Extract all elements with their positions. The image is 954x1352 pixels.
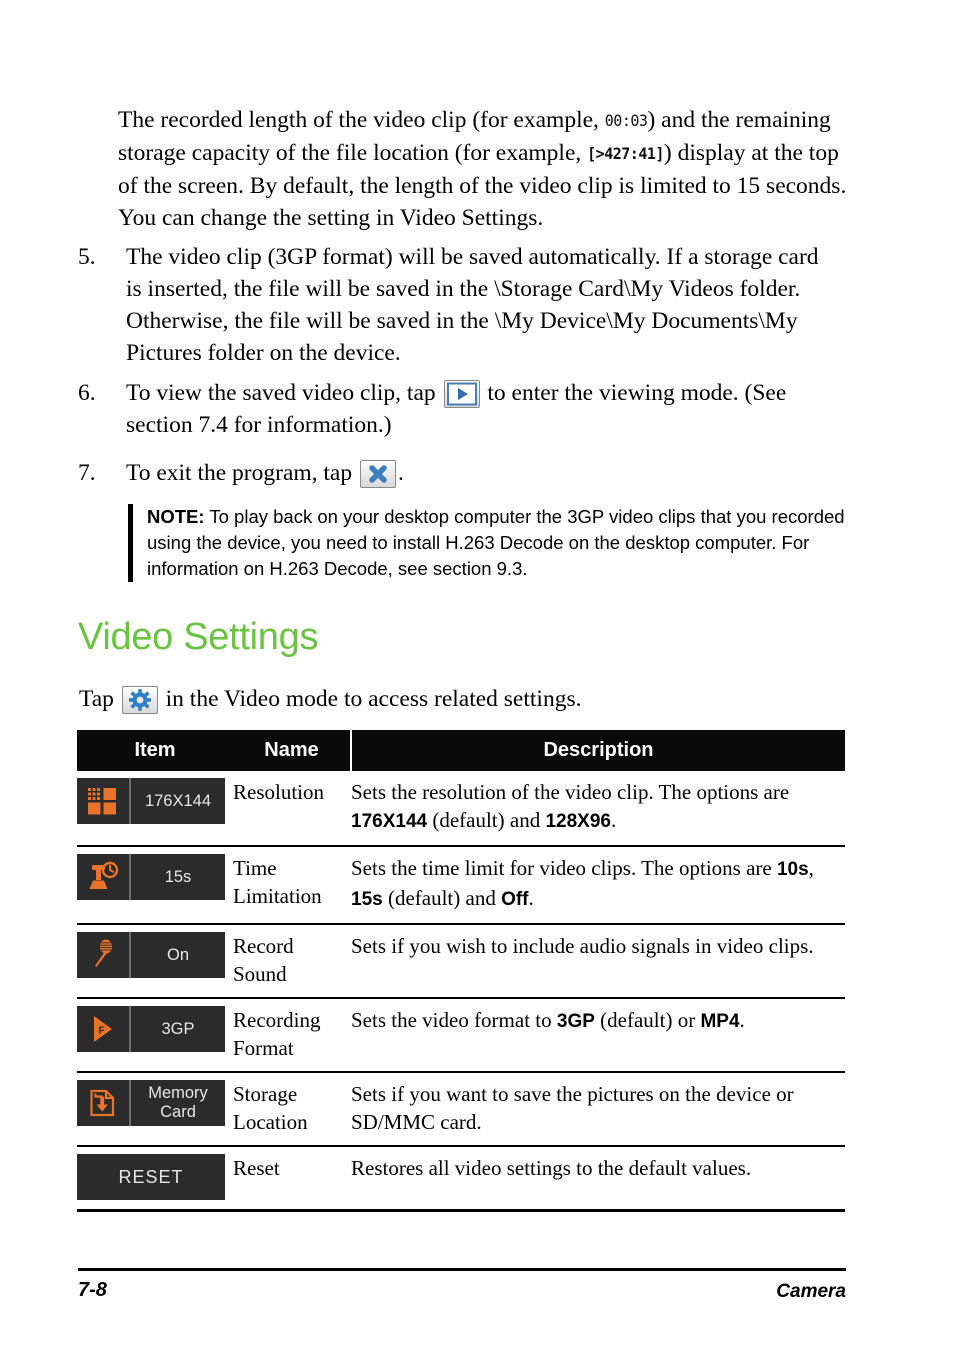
svg-text:F: F [99,1026,105,1037]
desc-seg: . [610,808,617,832]
step-6-number: 6. [78,380,96,406]
footer-divider [78,1268,846,1271]
chip-label-reset: RESET [118,1166,184,1187]
play-icon[interactable] [443,380,480,408]
table-row: On Record Sound Sets if you wish to incl… [77,923,845,998]
row-item-cell: Memory Card [77,1071,233,1146]
desc-seg: . [528,886,534,910]
video-settings-table: Item Name Description 176X144 Resolution… [77,730,845,1212]
step-6-text-before: To view the saved video clip, tap [126,380,442,406]
setting-chip-recording-format[interactable]: F 3GP [77,1006,225,1052]
desc-seg: . [739,1008,745,1032]
tap-text-before: Tap [79,686,120,712]
memory-card-save-icon [77,1080,129,1126]
row-name-cell: Recording Format [233,997,351,1072]
row-item-cell: 15s [77,845,233,924]
intro-paragraph: The recorded length of the video clip (f… [118,104,848,234]
microphone-icon [77,932,129,978]
desc-seg: 3GP [556,1011,595,1032]
setting-chip-resolution[interactable]: 176X144 [77,778,225,824]
step-7-text-after: . [397,460,404,486]
setting-chip-reset[interactable]: RESET [77,1154,225,1200]
desc-seg: Sets if you wish to include audio signal… [351,934,814,958]
close-x-icon[interactable] [359,460,396,488]
step-7-number: 7. [78,460,96,486]
note-box: NOTE: To play back on your desktop compu… [128,504,846,582]
table-header-row: Item Name Description [77,730,845,771]
desc-seg: 128X96 [545,811,611,832]
page-heading: Video Settings [78,616,319,658]
desc-seg: Sets the resolution of the video clip. T… [351,780,790,804]
chip-label-storage-location: Memory Card [148,1084,208,1121]
row-desc-cell: Sets the resolution of the video clip. T… [351,771,845,846]
note-label: NOTE: [147,506,205,527]
desc-seg: Restores all video settings to the defau… [351,1156,752,1180]
timer-icon [77,854,129,900]
th-name: Name [233,730,352,771]
step-5-text: The video clip (3GP format) will be save… [126,244,819,366]
tap-settings-line: Tap in the Video mode to access related … [79,683,581,715]
row-name-cell: Time Limitation [233,845,351,924]
desc-seg: (default) or [594,1008,701,1032]
desc-seg: 176X144 [351,811,428,832]
row-desc-cell: Restores all video settings to the defau… [351,1145,845,1212]
step-7: 7. To exit the program, tap . [78,457,840,489]
desc-seg: Sets the video format to [351,1008,557,1032]
remaining-capacity-lcd: [>427:41] [587,144,664,164]
desc-seg: Sets if you want to save the pictures on… [351,1082,794,1134]
row-item-cell: F 3GP [77,997,233,1072]
setting-chip-storage-location[interactable]: Memory Card [77,1080,225,1126]
desc-seg: (default) and [382,886,502,910]
row-desc-cell: Sets the time limit for video clips. The… [351,845,845,924]
row-name-cell: Storage Location [233,1071,351,1146]
document-page: The recorded length of the video clip (f… [0,0,954,1352]
desc-seg: Sets the time limit for video clips. The… [351,856,777,880]
row-name-cell: Resolution [233,780,325,804]
chip-label-resolution: 176X144 [144,791,212,810]
row-item-cell: On [77,923,233,998]
row-name-cell: Reset [233,1145,351,1212]
row-name-cell: Record Sound [233,923,351,998]
format-flag-icon: F [77,1006,129,1052]
row-desc-cell: Sets the video format to 3GP (default) o… [351,997,845,1072]
gear-icon[interactable] [121,686,158,714]
footer-page-number: 7-8 [78,1279,107,1301]
table-row: RESET Reset Restores all video settings … [77,1145,845,1212]
chip-label-record-sound: On [166,945,189,964]
table-row: Memory Card Storage Location Sets if you… [77,1071,845,1146]
step-5-number: 5. [78,244,96,270]
th-description: Description [351,730,845,771]
setting-chip-time-limitation[interactable]: 15s [77,854,225,900]
desc-seg: , [808,856,814,880]
desc-seg: MP4 [700,1011,740,1032]
step-6: 6. To view the saved video clip, tap to … [78,377,840,441]
setting-chip-record-sound[interactable]: On [77,932,225,978]
chip-label-time-limitation: 15s [164,867,192,886]
note-text: To play back on your desktop computer th… [147,506,845,579]
tap-text-after: in the Video mode to access related sett… [159,686,582,712]
th-item: Item [77,730,233,771]
step-7-body: To exit the program, tap . [126,457,840,489]
video-settings-table-wrapper: Item Name Description 176X144 Resolution… [77,730,845,1212]
resolution-grid-icon [77,778,129,824]
row-desc-cell: Sets if you want to save the pictures on… [351,1071,845,1146]
chip-label-recording-format: 3GP [161,1019,195,1038]
row-desc-cell: Sets if you wish to include audio signal… [351,923,845,998]
recorded-length-lcd: 00:03 [604,111,648,131]
step-5: 5. The video clip (3GP format) will be s… [78,241,840,369]
desc-seg: 15s [351,889,383,910]
row-item-cell: 176X144 [77,771,233,846]
intro-text-a: The recorded length of the video clip (f… [118,107,605,133]
desc-seg: Off [501,889,529,910]
table-row: 176X144 Resolution Sets the resolution o… [77,771,845,846]
table-row: F 3GP Recording Format Sets the video fo… [77,997,845,1072]
table-row: 15s Time Limitation Sets the time limit … [77,845,845,924]
desc-seg: (default) and [427,808,546,832]
footer-section-name: Camera [776,1281,846,1302]
step-6-body: To view the saved video clip, tap to ent… [126,377,840,441]
row-item-cell: RESET [77,1145,233,1212]
desc-seg: 10s [776,859,809,880]
step-7-text-before: To exit the program, tap [126,460,358,486]
